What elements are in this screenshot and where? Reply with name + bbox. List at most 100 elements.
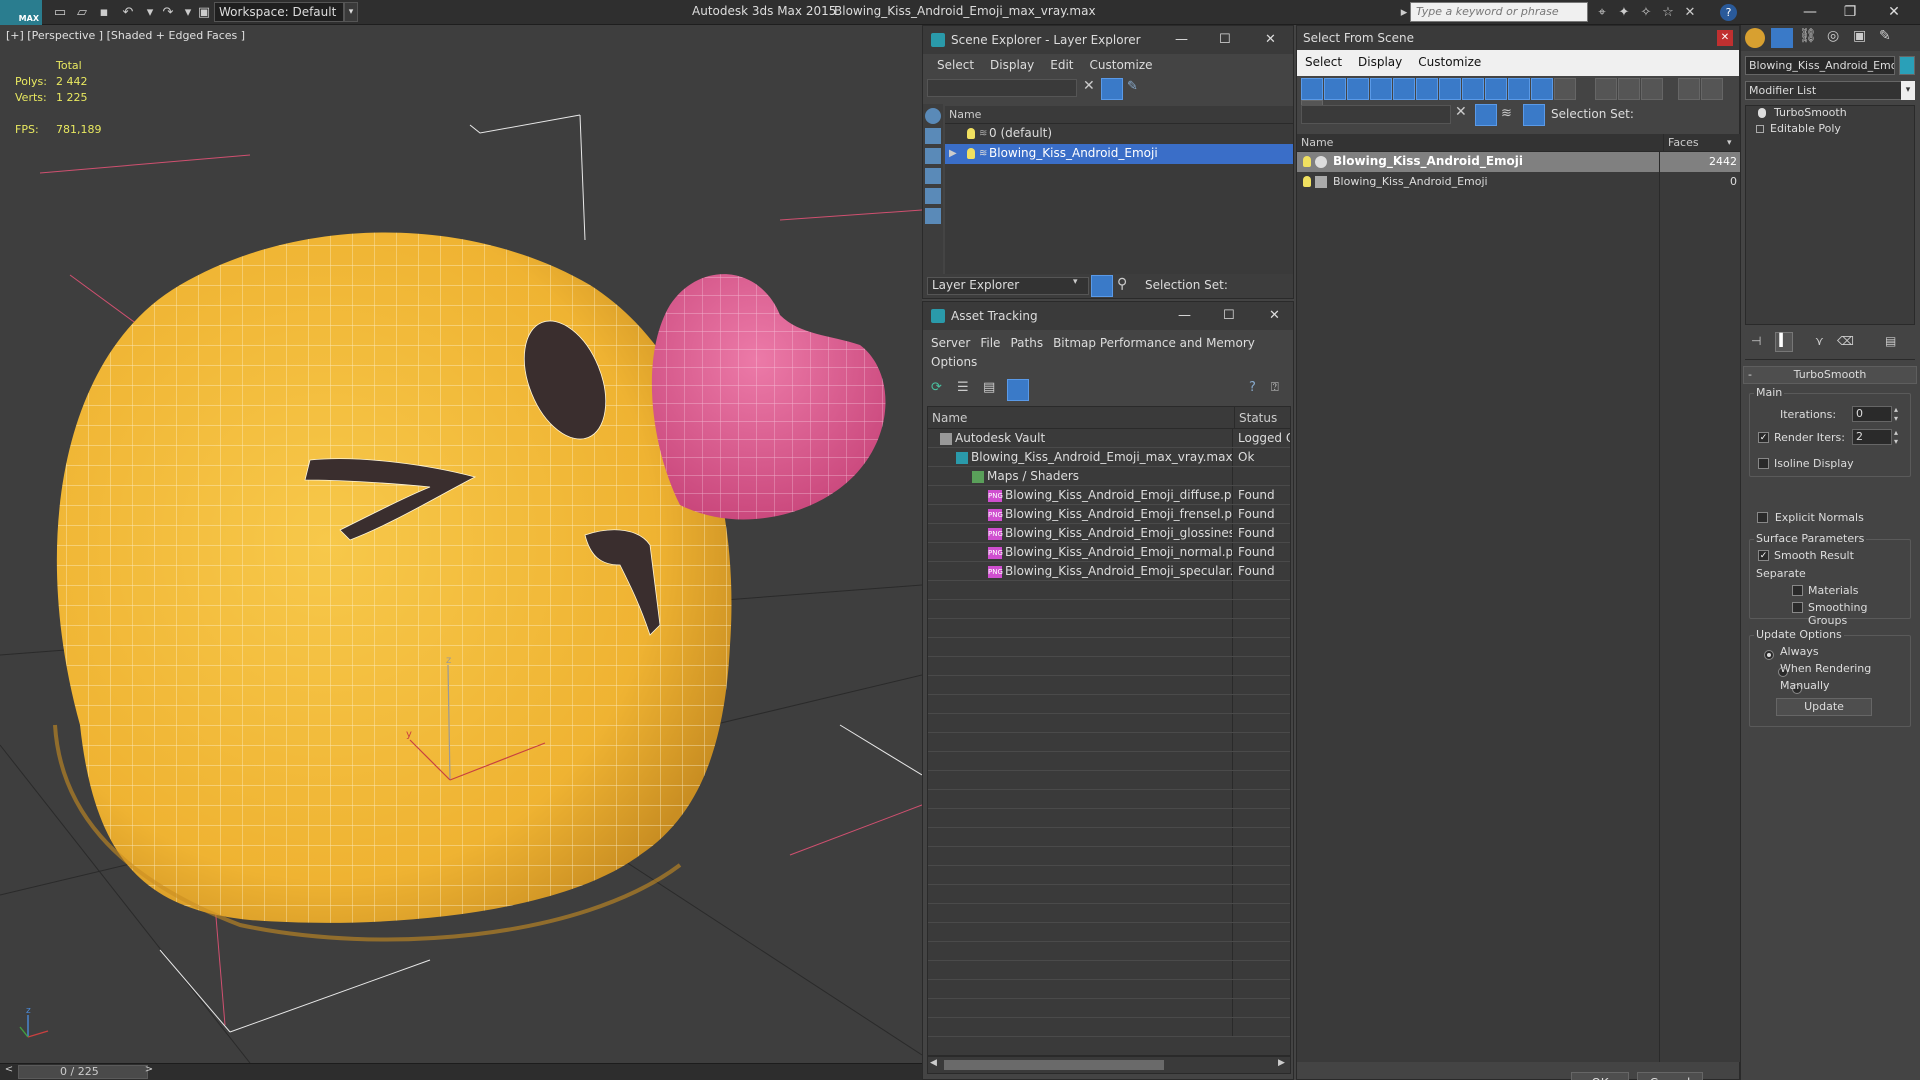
modify-tab-icon[interactable] (1771, 28, 1793, 48)
asset-hscrollbar[interactable]: ◀ ▶ (927, 1056, 1291, 1074)
collapse-minus-icon[interactable]: - (1748, 367, 1752, 383)
scene-explorer-titlebar[interactable]: Scene Explorer - Layer Explorer — ☐ ✕ (923, 26, 1293, 54)
layer-row-selected[interactable]: ▶ ≋ Blowing_Kiss_Android_Emoji (945, 144, 1293, 164)
asset-row[interactable]: PNG Blowing_Kiss_Android_Emoji_frensel.p.… (928, 505, 1290, 524)
sort-filter-icon[interactable] (1677, 78, 1700, 100)
new-file-icon[interactable]: ▭ (50, 3, 70, 22)
always-radio[interactable] (1764, 649, 1774, 660)
display-shapes-icon[interactable] (925, 128, 941, 144)
minimize-icon[interactable]: — (1178, 302, 1191, 330)
show-end-result-icon[interactable]: ▍ (1775, 332, 1793, 352)
hierarchy-view-icon[interactable] (1700, 78, 1723, 100)
maximize-icon[interactable]: ☐ (1219, 26, 1231, 54)
asset-row[interactable]: PNG Blowing_Kiss_Android_Emoji_diffuse.p.… (928, 486, 1290, 505)
display-spacewarps-icon[interactable] (925, 208, 941, 224)
render-iters-spinner[interactable]: 2 (1852, 429, 1892, 445)
close-icon[interactable]: ✕ (1269, 302, 1280, 330)
layer-visibility-bulb-icon[interactable] (967, 128, 975, 139)
hierarchy-icon[interactable] (1523, 104, 1545, 126)
binoculars-icon[interactable]: ⌖ (1592, 3, 1612, 22)
perspective-viewport[interactable]: z y z [+] [Perspective ] [Shaded + Edged… (0, 25, 922, 1063)
asset-row[interactable]: PNG Blowing_Kiss_Android_Emoji_normal.p..… (928, 543, 1290, 562)
workspace-arrow-icon[interactable]: ▾ (344, 2, 358, 22)
layer-row-default[interactable]: ≋ 0 (default) (945, 124, 1293, 144)
undo-dropdown-icon[interactable]: ▾ (140, 3, 160, 22)
asset-row[interactable]: PNG Blowing_Kiss_Android_Emoji_glossines.… (928, 524, 1290, 543)
scroll-right-icon[interactable]: ▶ (1278, 1058, 1285, 1068)
remove-modifier-icon[interactable]: ⌫ (1837, 334, 1854, 348)
filter-containers-icon[interactable] (1508, 78, 1530, 100)
help-icon[interactable]: ? (1720, 4, 1737, 21)
menu-select[interactable]: Select (1305, 55, 1342, 69)
table-view-icon[interactable] (1007, 379, 1029, 401)
time-next-icon[interactable]: > (142, 1064, 156, 1080)
minimize-icon[interactable]: — (1175, 26, 1188, 54)
select-invert-icon[interactable] (1640, 78, 1663, 100)
render-iters-checkbox[interactable]: ✓ (1758, 432, 1769, 443)
close-icon[interactable]: ✕ (1717, 30, 1733, 46)
select-search-input[interactable] (1301, 105, 1451, 124)
display-tab-icon[interactable]: ▣ (1853, 28, 1875, 48)
scroll-left-icon[interactable]: ◀ (930, 1058, 937, 1068)
filter-hidden-icon[interactable] (1554, 78, 1576, 100)
col-name-header[interactable]: Name (1301, 134, 1333, 152)
object-color-swatch[interactable] (1899, 56, 1915, 75)
hierarchy-tab-icon[interactable]: ⛓ (1799, 28, 1821, 48)
menu-customize[interactable]: Customize (1090, 58, 1153, 72)
list-view-icon[interactable]: ☰ (957, 380, 969, 395)
make-unique-icon[interactable]: ⋎ (1815, 334, 1824, 348)
modifier-list-dropdown[interactable]: Modifier List (1745, 81, 1915, 100)
close-window-icon[interactable]: ✕ (1874, 0, 1914, 25)
viewport-label[interactable]: [+] [Perspective ] [Shaded + Edged Faces… (6, 29, 245, 42)
maximize-icon[interactable]: ☐ (1223, 302, 1235, 330)
stack-item-turbosmooth[interactable]: TurboSmooth (1746, 106, 1914, 122)
object-name-field[interactable]: Blowing_Kiss_Android_Emoji (1745, 56, 1895, 75)
visibility-bulb-icon[interactable] (1303, 156, 1311, 167)
favorites-star-icon[interactable]: ☆ (1658, 3, 1678, 22)
turbosmooth-rollout-header[interactable]: - TurboSmooth (1743, 366, 1917, 384)
visibility-bulb-icon[interactable] (1303, 176, 1311, 187)
layer-visibility-bulb-icon[interactable] (967, 148, 975, 159)
modifier-bulb-icon[interactable] (1758, 108, 1766, 118)
scene-explorer-search-input[interactable] (927, 79, 1077, 97)
select-all-icon[interactable] (1594, 78, 1617, 100)
select-none-icon[interactable] (1617, 78, 1640, 100)
scroll-thumb[interactable] (944, 1060, 1164, 1070)
menu-bitmap-performance[interactable]: Bitmap Performance and Memory (1053, 334, 1255, 353)
display-helpers-icon[interactable] (925, 188, 941, 204)
object-row-selected[interactable]: Blowing_Kiss_Android_Emoji 2442 (1297, 152, 1740, 172)
display-geometry-icon[interactable] (925, 108, 941, 124)
layer-filter-icon[interactable]: ✎ (1127, 79, 1145, 97)
asset-tracking-titlebar[interactable]: Asset Tracking — ☐ ✕ (923, 302, 1293, 330)
project-folder-icon[interactable]: ▣ (194, 3, 214, 22)
subscription-icon[interactable]: ✦ (1614, 3, 1634, 22)
close-icon[interactable]: ✕ (1265, 26, 1276, 54)
menu-paths[interactable]: Paths (1010, 334, 1043, 353)
cancel-button[interactable]: Cancel (1637, 1072, 1703, 1080)
menu-display[interactable]: Display (1358, 55, 1402, 69)
save-file-icon[interactable]: ▪ (94, 3, 114, 22)
time-prev-icon[interactable]: < (2, 1064, 16, 1080)
time-slider[interactable]: < 0 / 225 > (0, 1063, 922, 1080)
expand-plus-icon[interactable] (1756, 125, 1764, 133)
asset-row[interactable]: PNG Blowing_Kiss_Android_Emoji_specular..… (928, 562, 1290, 581)
pin-stack-icon[interactable]: ⊣ (1751, 334, 1761, 348)
hierarchy-icon[interactable]: ⚲ (1117, 276, 1127, 292)
asset-row[interactable]: Blowing_Kiss_Android_Emoji_max_vray.max O… (928, 448, 1290, 467)
open-file-icon[interactable]: ▱ (72, 3, 92, 22)
smoothing-groups-checkbox[interactable] (1792, 602, 1803, 613)
explorer-type-dropdown[interactable]: Layer Explorer (927, 277, 1089, 295)
filter-groups-icon[interactable] (1439, 78, 1461, 100)
motion-tab-icon[interactable]: ◎ (1827, 28, 1849, 48)
refresh-icon[interactable]: ⟳ (931, 380, 942, 395)
iterations-spin-arrows-icon[interactable]: ▴ ▾ (1894, 405, 1898, 423)
filter-lights-icon[interactable] (1347, 78, 1369, 100)
workspace-dropdown[interactable]: Workspace: Default (214, 2, 344, 22)
menu-file[interactable]: File (980, 334, 1000, 353)
minimize-window-icon[interactable]: — (1790, 0, 1830, 25)
help-question-icon[interactable]: ⍰ (1271, 380, 1279, 395)
utilities-tab-icon[interactable]: ✎ (1879, 28, 1901, 48)
menu-customize[interactable]: Customize (1418, 55, 1481, 69)
layer-name-column-header[interactable]: Name (945, 106, 1293, 124)
render-iters-spin-arrows-icon[interactable]: ▴ ▾ (1894, 428, 1898, 446)
